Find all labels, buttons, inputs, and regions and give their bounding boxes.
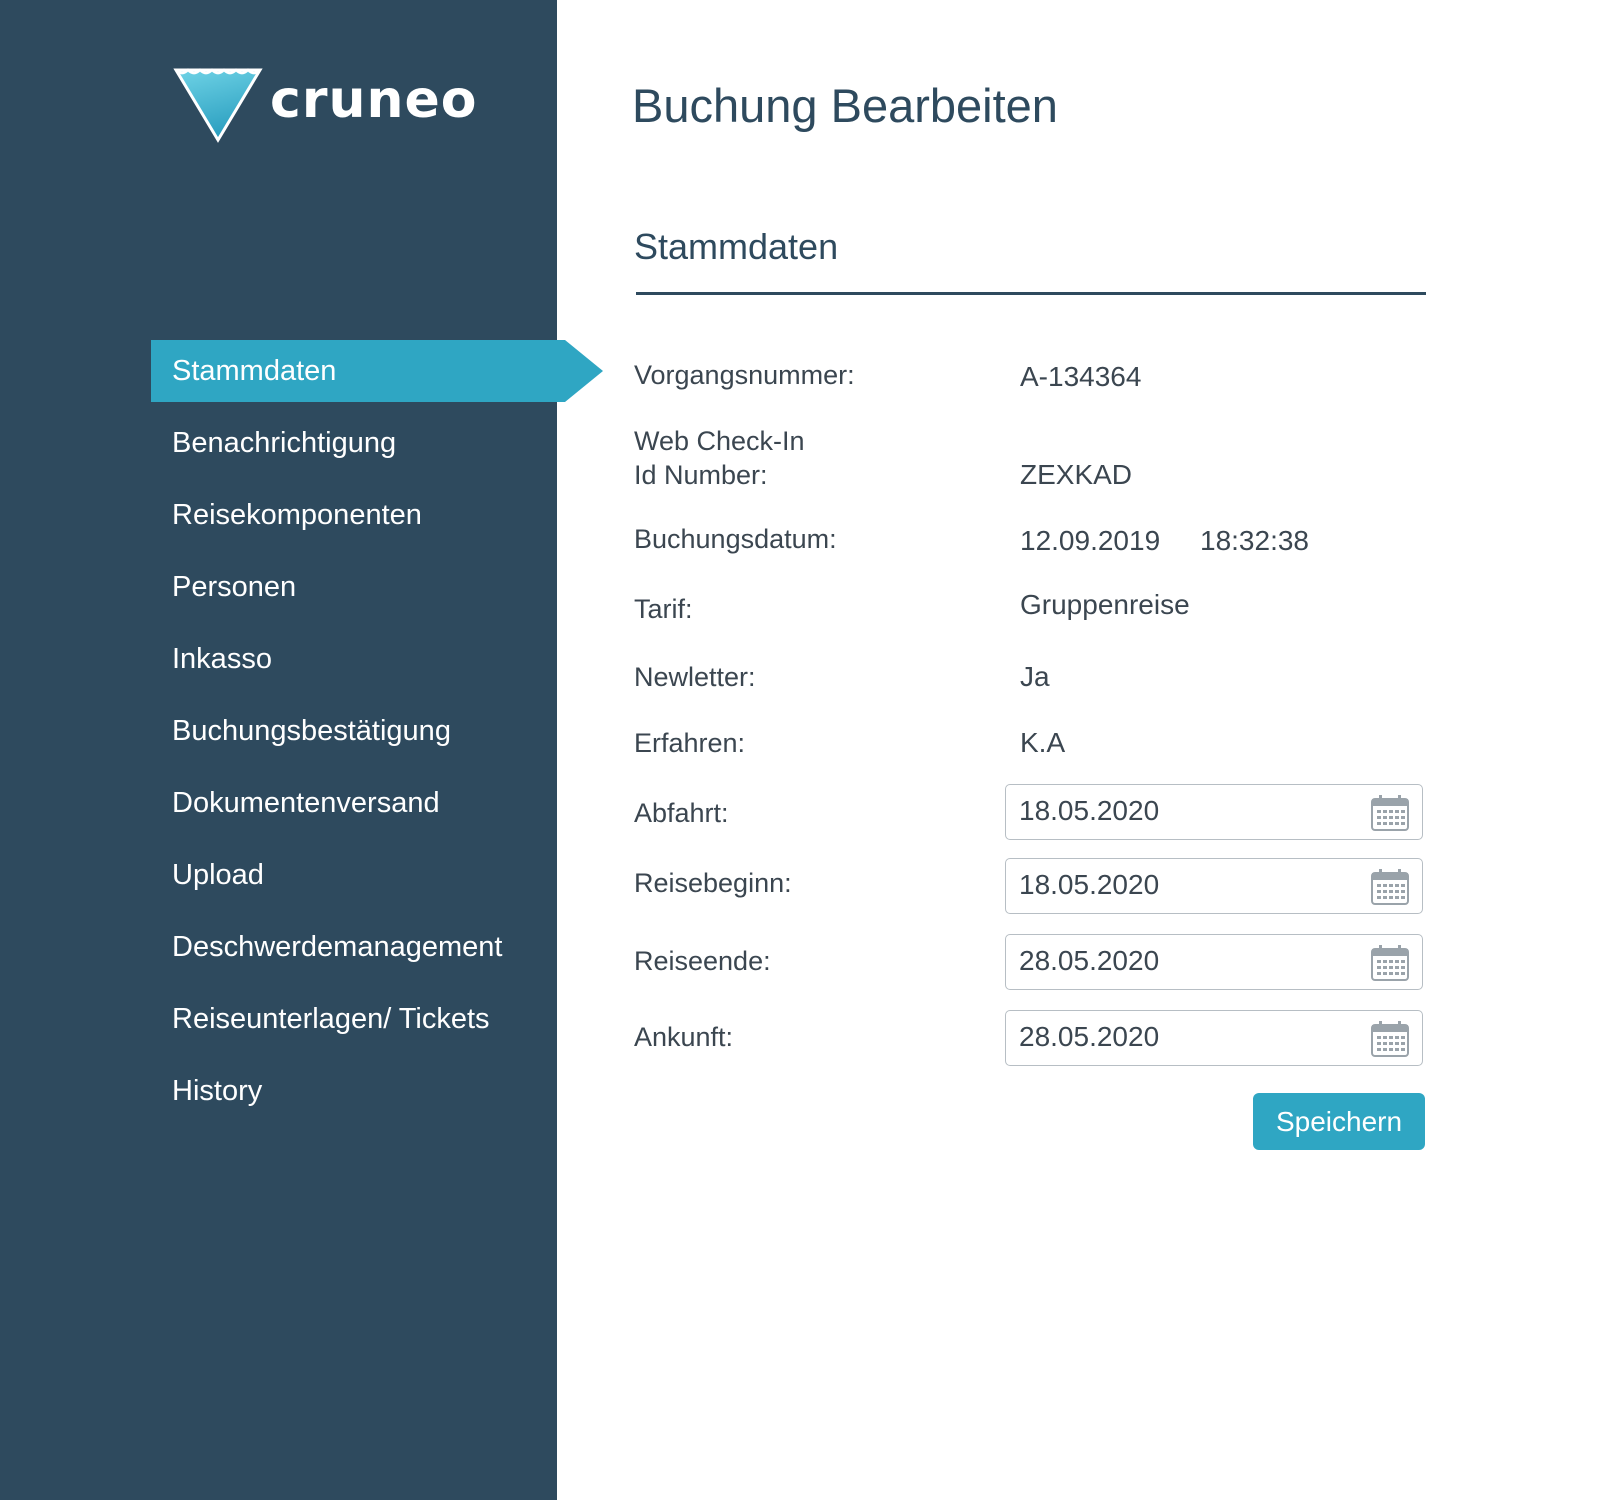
section-divider — [636, 292, 1426, 295]
ankunft-label: Ankunft: — [634, 1022, 734, 1052]
reiseende-date-value[interactable]: 28.05.2020 — [1019, 945, 1159, 977]
sidebar-item-stammdaten[interactable]: Stammdaten — [151, 340, 603, 402]
webcheckin-label-line2: Id Number: — [634, 460, 768, 490]
webcheckin-value: ZEXKAD — [1020, 459, 1133, 490]
ankunft-date-field[interactable]: 28.05.2020 — [1005, 1010, 1423, 1066]
buchungsdatum-date: 12.09.2019 — [1020, 525, 1161, 556]
sidebar-item-reiseunterlagen-tickets[interactable]: Reiseunterlagen/ Tickets — [151, 988, 591, 1050]
ankunft-date-value[interactable]: 28.05.2020 — [1019, 1021, 1159, 1053]
sidebar-item-reisekomponenten[interactable]: Reisekomponenten — [151, 484, 591, 546]
vorgangsnummer-label: Vorgangsnummer: — [634, 360, 855, 390]
sidebar-item-history[interactable]: History — [151, 1060, 591, 1122]
save-button[interactable]: Speichern — [1253, 1093, 1425, 1150]
buchungsdatum-label: Buchungsdatum: — [634, 524, 837, 554]
vorgangsnummer-value: A-134364 — [1020, 361, 1142, 392]
reiseende-label: Reiseende: — [634, 946, 771, 976]
erfahren-value: K.A — [1020, 727, 1066, 758]
tarif-label: Tarif: — [634, 594, 693, 624]
abfahrt-label: Abfahrt: — [634, 798, 729, 828]
webcheckin-label-line1: Web Check-In — [634, 426, 805, 456]
abfahrt-date-value[interactable]: 18.05.2020 — [1019, 795, 1159, 827]
sidebar-item-personen[interactable]: Personen — [151, 556, 591, 618]
abfahrt-date-field[interactable]: 18.05.2020 — [1005, 784, 1423, 840]
reisebeginn-date-field[interactable]: 18.05.2020 — [1005, 858, 1423, 914]
newsletter-label: Newletter: — [634, 662, 756, 692]
newsletter-value: Ja — [1020, 661, 1050, 692]
triangle-logo-icon — [173, 68, 263, 143]
sidebar: cruneo Stammdaten Benachrichtigung Reise… — [0, 0, 603, 1500]
sidebar-item-buchungsbestaetigung[interactable]: Buchungsbestätigung — [151, 700, 591, 762]
section-title: Stammdaten — [634, 226, 839, 267]
reiseende-date-field[interactable]: 28.05.2020 — [1005, 934, 1423, 990]
reisebeginn-label: Reisebeginn: — [634, 868, 792, 898]
calendar-icon[interactable] — [1370, 1020, 1410, 1058]
buchungsdatum-time: 18:32:38 — [1200, 525, 1309, 556]
tarif-value: Gruppenreise — [1020, 589, 1190, 620]
sidebar-item-benachrichtigung[interactable]: Benachrichtigung — [151, 412, 591, 474]
calendar-icon[interactable] — [1370, 794, 1410, 832]
calendar-icon[interactable] — [1370, 868, 1410, 906]
reisebeginn-date-value[interactable]: 18.05.2020 — [1019, 869, 1159, 901]
erfahren-label: Erfahren: — [634, 728, 746, 758]
sidebar-nav: Stammdaten Benachrichtigung Reisekompone… — [151, 340, 603, 1132]
page-title: Buchung Bearbeiten — [632, 79, 1058, 132]
sidebar-item-beschwerdemanagement[interactable]: Deschwerdemanagement — [151, 916, 591, 978]
cruneo-logo[interactable]: cruneo — [172, 62, 477, 152]
sidebar-item-upload[interactable]: Upload — [151, 844, 591, 906]
sidebar-item-dokumentenversand[interactable]: Dokumentenversand — [151, 772, 591, 834]
calendar-icon[interactable] — [1370, 944, 1410, 982]
brand-name: cruneo — [270, 70, 478, 130]
sidebar-item-inkasso[interactable]: Inkasso — [151, 628, 591, 690]
